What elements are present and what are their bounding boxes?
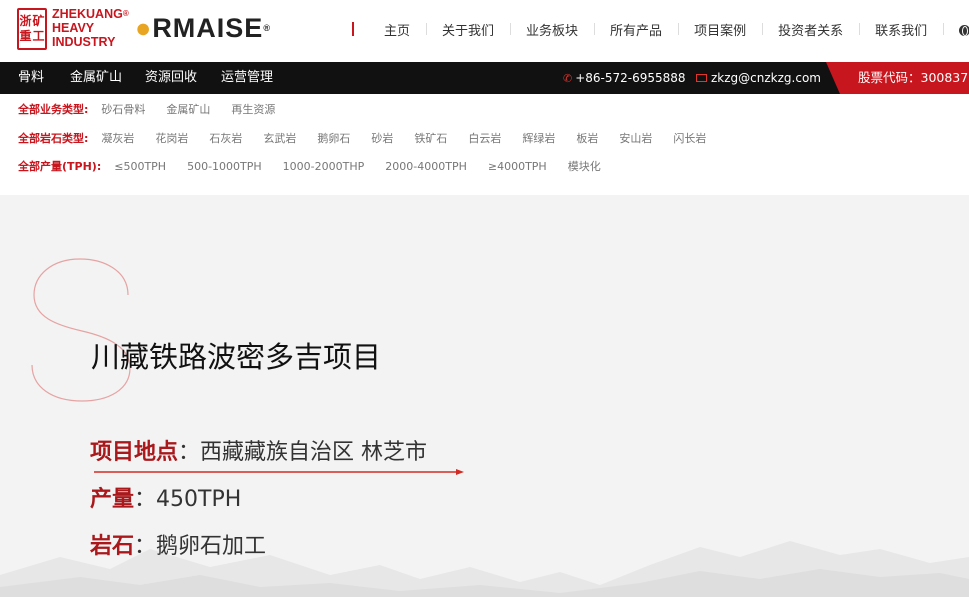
category-metal-mining[interactable]: 金属矿山	[70, 62, 122, 94]
email-address: zkzg@cnzkzg.com	[711, 71, 821, 85]
filter-label-capacity[interactable]: 全部产量(TPH):	[18, 158, 101, 174]
zhekuang-logo[interactable]: 浙 矿 重 工	[17, 8, 47, 50]
logo-char: 浙	[19, 14, 32, 28]
ormaise-logo[interactable]: ●RMAISE®	[135, 13, 271, 43]
underline-arrow	[94, 469, 464, 475]
decorative-s-outline	[31, 258, 131, 402]
filter-panel: 全部业务类型: 砂石骨料 金属矿山 再生资源 全部岩石类型: 凝灰岩 花岗岩 石…	[0, 94, 969, 195]
filter-option[interactable]: 花岗岩	[155, 130, 188, 146]
nav-about[interactable]: 关于我们	[426, 20, 510, 39]
filter-option[interactable]: ≤500TPH	[114, 160, 166, 173]
nav-contact[interactable]: 联系我们	[859, 20, 943, 39]
filter-option[interactable]: 石灰岩	[209, 130, 242, 146]
filter-option[interactable]: 辉绿岩	[522, 130, 555, 146]
mail-icon	[696, 74, 707, 82]
filter-option[interactable]: 鹅卵石	[317, 130, 350, 146]
output-key: 产量	[90, 487, 135, 512]
zhekuang-logo-text[interactable]: ZHEKUANG® HEAVY INDUSTRY	[52, 7, 129, 49]
phone-number: +86-572-6955888	[575, 71, 686, 85]
logo-line: HEAVY	[52, 21, 95, 35]
nav-investors[interactable]: 投资者关系	[762, 20, 859, 39]
filter-label-rock[interactable]: 全部岩石类型:	[18, 130, 88, 146]
project-rock: 岩石：鹅卵石加工	[90, 528, 266, 560]
filter-option[interactable]: 1000-2000THP	[283, 160, 365, 173]
project-output: 产量：450TPH	[90, 481, 241, 513]
filter-label-business[interactable]: 全部业务类型:	[18, 101, 88, 117]
nav-business[interactable]: 业务板块	[510, 20, 594, 39]
filter-option[interactable]: 安山岩	[619, 130, 652, 146]
filter-option[interactable]: 2000-4000TPH	[385, 160, 467, 173]
rock-value: ：鹅卵石加工	[134, 534, 267, 559]
filter-row-rock: 全部岩石类型: 凝灰岩 花岗岩 石灰岩 玄武岩 鹅卵石 砂岩 铁矿石 白云岩 辉…	[18, 129, 727, 147]
globe-icon	[959, 24, 969, 36]
filter-row-business: 全部业务类型: 砂石骨料 金属矿山 再生资源	[18, 100, 296, 118]
filter-option[interactable]: ≥4000TPH	[488, 160, 547, 173]
rock-key: 岩石	[90, 534, 135, 559]
filter-row-capacity: 全部产量(TPH): ≤500TPH 500-1000TPH 1000-2000…	[18, 157, 622, 175]
nav-home[interactable]: 主页	[368, 20, 426, 39]
registered-mark: ®	[122, 9, 129, 18]
logo-char: 矿	[32, 14, 45, 28]
category-recycling[interactable]: 资源回收	[145, 62, 197, 94]
nav-cases[interactable]: 项目案例	[678, 20, 762, 39]
output-value: ：450TPH	[134, 487, 242, 512]
filter-option[interactable]: 玄武岩	[263, 130, 296, 146]
logo-line: ZHEKUANG	[52, 7, 123, 21]
filter-option[interactable]: 凝灰岩	[101, 130, 134, 146]
category-bar: 骨料 金属矿山 资源回收 运营管理 ✆ +86-572-6955888 zkzg@…	[0, 62, 969, 94]
filter-option[interactable]: 模块化	[568, 158, 601, 174]
nav-language[interactable]: 语言	[943, 20, 969, 39]
category-operations[interactable]: 运营管理	[221, 62, 273, 94]
project-title: 川藏铁路波密多吉项目	[91, 340, 382, 374]
filter-option[interactable]: 金属矿山	[166, 101, 210, 117]
filter-option[interactable]: 白云岩	[468, 130, 501, 146]
location-key: 项目地点	[90, 440, 179, 465]
nav-products[interactable]: 所有产品	[594, 20, 678, 39]
email-contact[interactable]: zkzg@cnzkzg.com	[696, 62, 821, 94]
project-location: 项目地点：西藏藏族自治区 林芝市	[90, 434, 427, 466]
brand-name: RMAISE	[152, 13, 264, 43]
nav-accent-bar	[352, 22, 354, 36]
location-value: ：西藏藏族自治区 林芝市	[178, 440, 428, 465]
ormaise-o-mark: ●	[135, 13, 153, 43]
stock-code-badge: 股票代码：300837	[826, 62, 969, 94]
filter-option[interactable]: 500-1000TPH	[187, 160, 262, 173]
filter-option[interactable]: 砂石骨料	[101, 101, 145, 117]
main-nav: 主页 关于我们 业务板块 所有产品 项目案例 投资者关系 联系我们 语言	[352, 19, 969, 39]
filter-option[interactable]: 闪长岩	[673, 130, 706, 146]
site-header: 浙 矿 重 工 ZHEKUANG® HEAVY INDUSTRY ●RMAISE…	[0, 0, 969, 62]
logo-char: 重	[19, 29, 32, 43]
category-aggregates[interactable]: 骨料	[18, 62, 44, 94]
logo-char: 工	[32, 29, 45, 43]
filter-option[interactable]: 板岩	[576, 130, 598, 146]
filter-option[interactable]: 再生资源	[231, 101, 275, 117]
registered-mark: ®	[263, 23, 271, 33]
filter-option[interactable]: 铁矿石	[414, 130, 447, 146]
phone-contact[interactable]: ✆ +86-572-6955888	[563, 62, 686, 94]
filter-option[interactable]: 砂岩	[371, 130, 393, 146]
phone-icon: ✆	[563, 72, 573, 85]
project-hero: 川藏铁路波密多吉项目 项目地点：西藏藏族自治区 林芝市 产量：450TPH 岩石…	[0, 195, 969, 597]
logo-line: INDUSTRY	[52, 35, 116, 49]
